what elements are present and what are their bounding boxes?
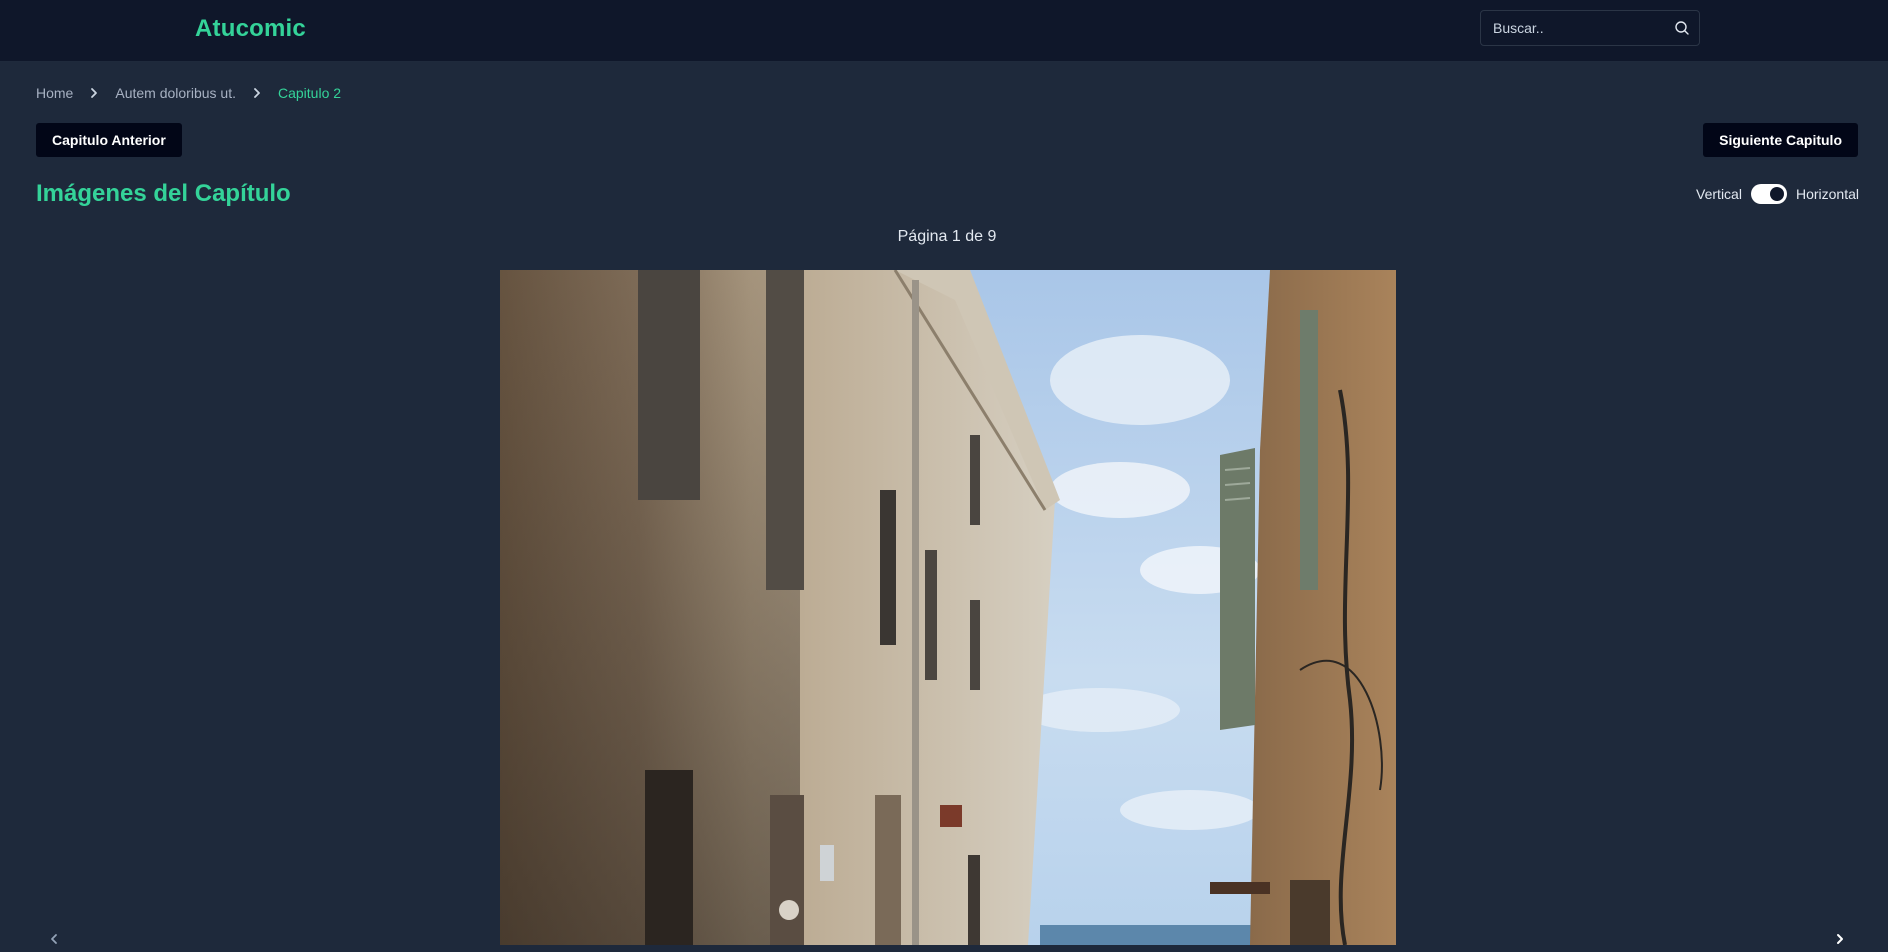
chapter-page-image bbox=[500, 270, 1396, 945]
top-bar: Atucomic bbox=[0, 0, 1888, 62]
mode-switch-knob bbox=[1769, 187, 1784, 201]
page-indicator: Página 1 de 9 bbox=[897, 228, 997, 245]
mode-label-horizontal: Horizontal bbox=[1795, 186, 1859, 202]
chevron-right-icon bbox=[250, 86, 264, 100]
breadcrumb-home[interactable]: Home bbox=[36, 85, 73, 101]
next-chapter-button[interactable]: Siguiente Capitulo bbox=[1703, 123, 1858, 157]
search-icon[interactable] bbox=[1673, 19, 1691, 37]
search-input[interactable] bbox=[1481, 11, 1667, 45]
mode-label-vertical: Vertical bbox=[1696, 186, 1742, 202]
reading-mode-toggle: Vertical Horizontal bbox=[1696, 184, 1859, 204]
mode-switch[interactable] bbox=[1750, 184, 1787, 204]
breadcrumb-comic[interactable]: Autem doloribus ut. bbox=[115, 85, 236, 101]
section-title: Imágenes del Capítulo bbox=[36, 180, 291, 207]
breadcrumb-current-chapter[interactable]: Capitulo 2 bbox=[278, 85, 341, 101]
breadcrumb: Home Autem doloribus ut. Capitulo 2 bbox=[36, 83, 341, 103]
search-box bbox=[1480, 10, 1700, 46]
brand-logo[interactable]: Atucomic bbox=[195, 15, 306, 43]
previous-chapter-button[interactable]: Capitulo Anterior bbox=[36, 123, 182, 157]
chevron-right-icon bbox=[87, 86, 101, 100]
